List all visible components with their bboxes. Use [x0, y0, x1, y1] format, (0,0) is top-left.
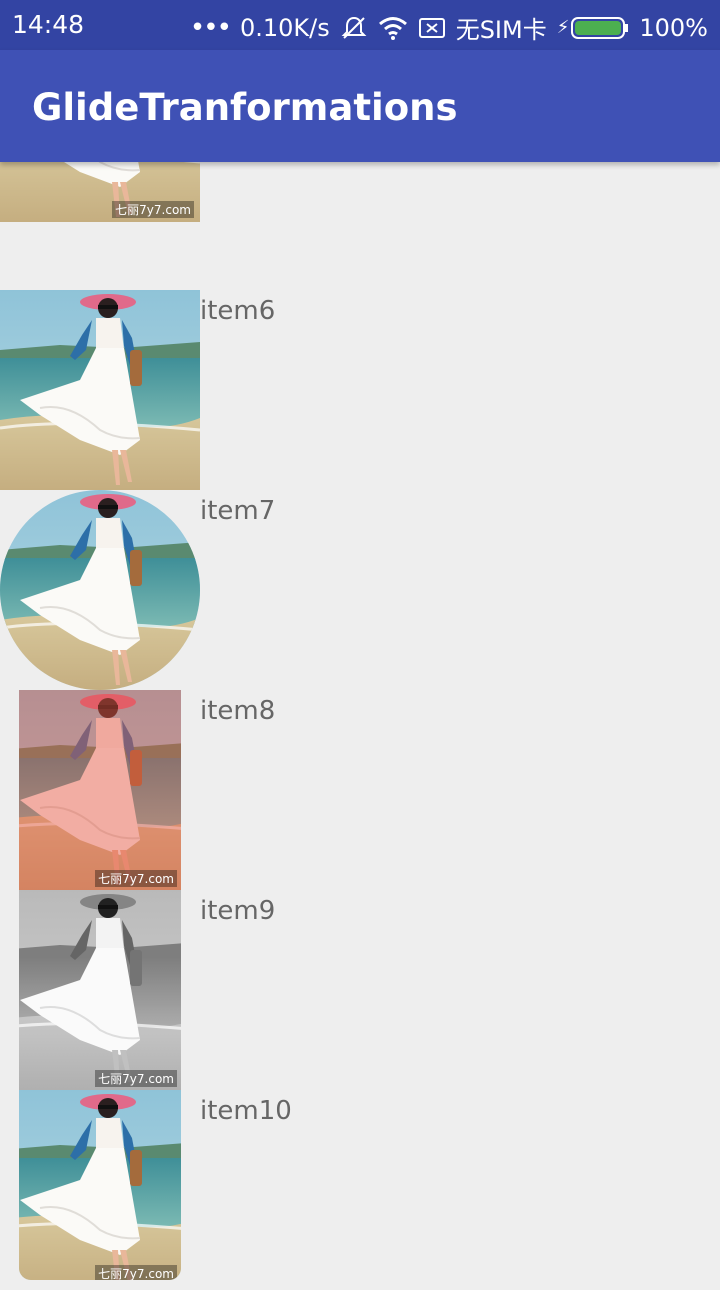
list-item[interactable]: item6 — [0, 290, 720, 490]
watermark: 七丽7y7.com — [95, 870, 177, 887]
sim-status: 无SIM卡 — [455, 16, 547, 44]
list-item[interactable]: 七丽7y7.com item10 — [0, 1090, 720, 1290]
item-image-rounded: 七丽7y7.com — [19, 1090, 181, 1280]
battery-level: 100% — [639, 13, 708, 42]
item-label: item7 — [200, 496, 276, 526]
item-image-tinted: 七丽7y7.com — [19, 690, 181, 890]
status-time: 14:48 — [12, 10, 85, 39]
status-bar: 14:48 ••• 0.10K/s 无SIM卡 ⚡ 100% — [0, 0, 720, 50]
list-item[interactable]: 七丽7y7.com item8 — [0, 690, 720, 890]
mute-icon — [340, 14, 368, 42]
item-label: item8 — [200, 696, 276, 726]
network-speed: 0.10K/s — [239, 13, 330, 42]
item-image — [0, 290, 200, 490]
app-title: GlideTranformations — [32, 86, 458, 129]
watermark: 七丽7y7.com — [95, 1070, 177, 1087]
item-label: item6 — [200, 296, 276, 326]
battery-icon: ⚡ — [557, 15, 630, 41]
watermark: 七丽7y7.com — [112, 201, 194, 218]
app-bar: GlideTranformations — [0, 50, 720, 162]
image-list[interactable]: 七丽7y7.com item6 item7 七丽7y7.com item8 七丽… — [0, 0, 720, 1280]
no-sim-icon — [418, 16, 446, 40]
item-label: item10 — [200, 1096, 292, 1126]
list-item[interactable]: item7 — [0, 490, 720, 690]
watermark: 七丽7y7.com — [95, 1265, 177, 1280]
wifi-icon — [378, 15, 408, 41]
more-icon: ••• — [189, 12, 232, 43]
item-image-circle — [0, 490, 200, 690]
item-label: item9 — [200, 896, 276, 926]
item-image-grayscale: 七丽7y7.com — [19, 890, 181, 1090]
list-item[interactable]: 七丽7y7.com item9 — [0, 890, 720, 1090]
